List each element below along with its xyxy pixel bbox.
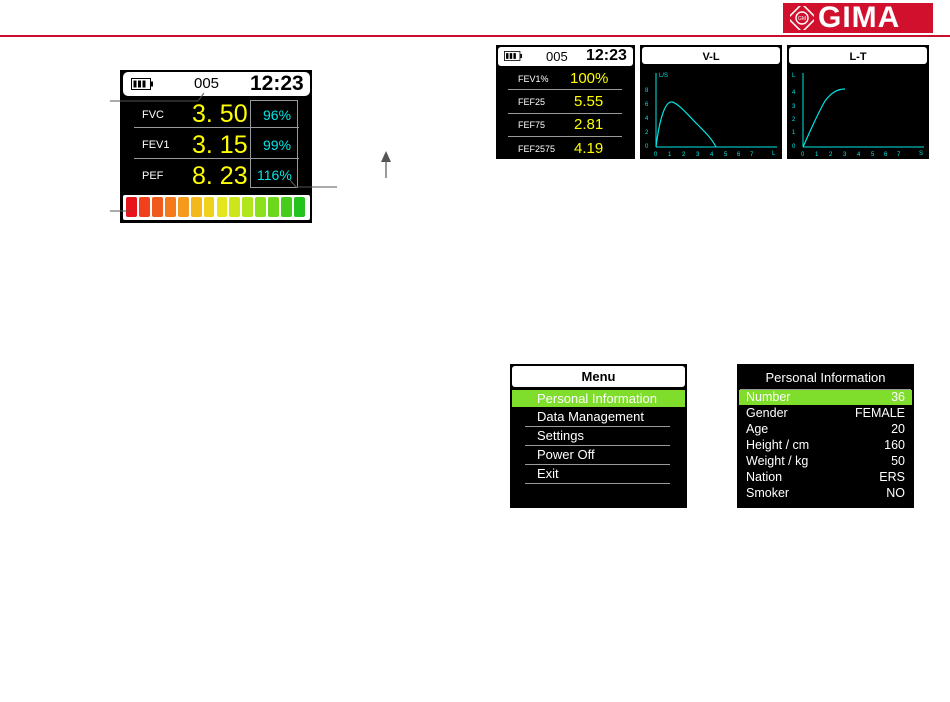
vl-y-tick: 0	[645, 144, 649, 150]
lt-y-tick: 4	[792, 90, 796, 96]
fev1pct-label: FEV1%	[518, 74, 549, 84]
lt-curve	[802, 88, 846, 148]
info-row-smoker[interactable]: Smoker NO	[739, 486, 912, 502]
lt-y-ticks: 4 3 2 1 0	[792, 90, 796, 150]
info-row-height[interactable]: Height / cm 160	[739, 438, 912, 454]
info-label: Age	[746, 422, 769, 436]
results-record-number: 005	[546, 49, 568, 64]
lt-y-tick: 2	[792, 117, 796, 123]
lt-x-tick: 0	[801, 152, 805, 158]
lt-y-tick: 3	[792, 104, 796, 110]
results-screen: 005 12:23 FEV1% 100% FEF25 5.55 FEF75 2.…	[496, 45, 635, 159]
vl-y-ticks: 8 6 4 2 0	[645, 88, 649, 150]
battery-icon	[504, 51, 522, 61]
personal-info-title: Personal Information	[765, 370, 886, 385]
info-label: Height / cm	[746, 438, 810, 452]
fef75-label: FEF75	[518, 120, 546, 130]
vl-y-unit: L/S	[659, 73, 668, 79]
info-label: Number	[746, 390, 791, 404]
info-row-nation[interactable]: Nation ERS	[739, 470, 912, 486]
info-row-number[interactable]: Number 36	[739, 390, 912, 405]
vl-y-tick: 2	[645, 130, 649, 136]
lt-y-tick: 0	[792, 144, 796, 150]
menu-title: Menu	[581, 369, 616, 384]
vl-x-tick: 7	[750, 152, 754, 158]
menu-item-exit[interactable]: Exit	[512, 465, 685, 483]
info-label: Gender	[746, 406, 788, 420]
lt-x-tick: 1	[815, 152, 819, 158]
vl-x-unit: L	[772, 151, 776, 157]
info-value: NO	[886, 486, 905, 500]
vl-y-tick: 8	[645, 88, 649, 94]
menu-item-label: Settings	[537, 428, 584, 443]
lt-y-tick: 1	[792, 130, 796, 136]
vl-x-tick: 5	[724, 152, 728, 158]
fef2575-label: FEF2575	[518, 144, 556, 154]
lt-x-tick: 3	[843, 152, 847, 158]
fef25-label: FEF25	[518, 97, 546, 107]
menu-item-label: Power Off	[537, 447, 595, 462]
menu-item-label: Personal Information	[537, 391, 657, 406]
vl-x-tick: 0	[654, 152, 658, 158]
lt-x-tick: 2	[829, 152, 833, 158]
personal-info-screen: Personal Information Number 36 Gender FE…	[737, 364, 914, 508]
info-value: ERS	[879, 470, 905, 484]
lt-x-tick: 4	[857, 152, 861, 158]
vl-x-tick: 2	[682, 152, 686, 158]
vl-x-tick: 4	[710, 152, 714, 158]
info-value: 36	[891, 390, 905, 404]
info-label: Nation	[746, 470, 783, 484]
fef25-value: 5.55	[574, 93, 604, 110]
lt-x-tick: 5	[871, 152, 875, 158]
menu-header: Menu	[512, 366, 685, 387]
info-label: Smoker	[746, 486, 790, 500]
menu-item-label: Exit	[537, 466, 559, 481]
vl-x-tick: 1	[668, 152, 672, 158]
lt-x-tick: 6	[884, 152, 888, 158]
results-status-header: 005 12:23	[498, 47, 633, 66]
menu-item-personal-information[interactable]: Personal Information	[512, 390, 685, 407]
vl-x-tick: 6	[737, 152, 741, 158]
info-row-weight[interactable]: Weight / kg 50	[739, 454, 912, 470]
lt-x-unit: S	[919, 151, 923, 157]
lt-x-tick: 7	[897, 152, 901, 158]
lt-chart-screen: L-T L S 4 3 2 1 0 0 1 2 3 4 5 6 7	[787, 45, 929, 159]
info-value: 20	[891, 422, 905, 436]
vl-chart-screen: V-L L/S L 8 6 4 2 0 0 1 2 3 4 5 6 7	[640, 45, 782, 159]
info-label: Weight / kg	[746, 454, 809, 468]
lt-chart-plot: L S 4 3 2 1 0 0 1 2 3 4 5 6 7	[792, 73, 924, 158]
vl-y-tick: 6	[645, 102, 649, 108]
vl-x-ticks: 0 1 2 3 4 5 6 7	[654, 152, 754, 158]
info-row-gender[interactable]: Gender FEMALE	[739, 406, 912, 422]
lt-x-ticks: 0 1 2 3 4 5 6 7	[801, 152, 901, 158]
fef2575-value: 4.19	[574, 140, 604, 157]
fev1pct-value: 100%	[570, 70, 609, 87]
menu-item-data-management[interactable]: Data Management	[512, 408, 685, 426]
lt-y-unit: L	[792, 73, 796, 79]
menu-item-power-off[interactable]: Power Off	[512, 446, 685, 464]
results-clock-time: 12:23	[586, 47, 627, 64]
menu-item-label: Data Management	[537, 409, 644, 424]
fef75-value: 2.81	[574, 116, 604, 133]
info-value: FEMALE	[854, 406, 905, 420]
menu-screen: Menu Personal Information Data Managemen…	[510, 364, 687, 508]
vl-x-tick: 3	[696, 152, 700, 158]
info-value: 50	[891, 454, 905, 468]
menu-item-settings[interactable]: Settings	[512, 427, 685, 445]
vl-y-tick: 4	[645, 116, 649, 122]
vl-curve	[655, 101, 717, 148]
info-value: 160	[884, 438, 905, 452]
info-row-age[interactable]: Age 20	[739, 422, 912, 438]
vl-chart-plot: L/S L 8 6 4 2 0 0 1 2 3 4 5 6 7	[645, 73, 777, 158]
